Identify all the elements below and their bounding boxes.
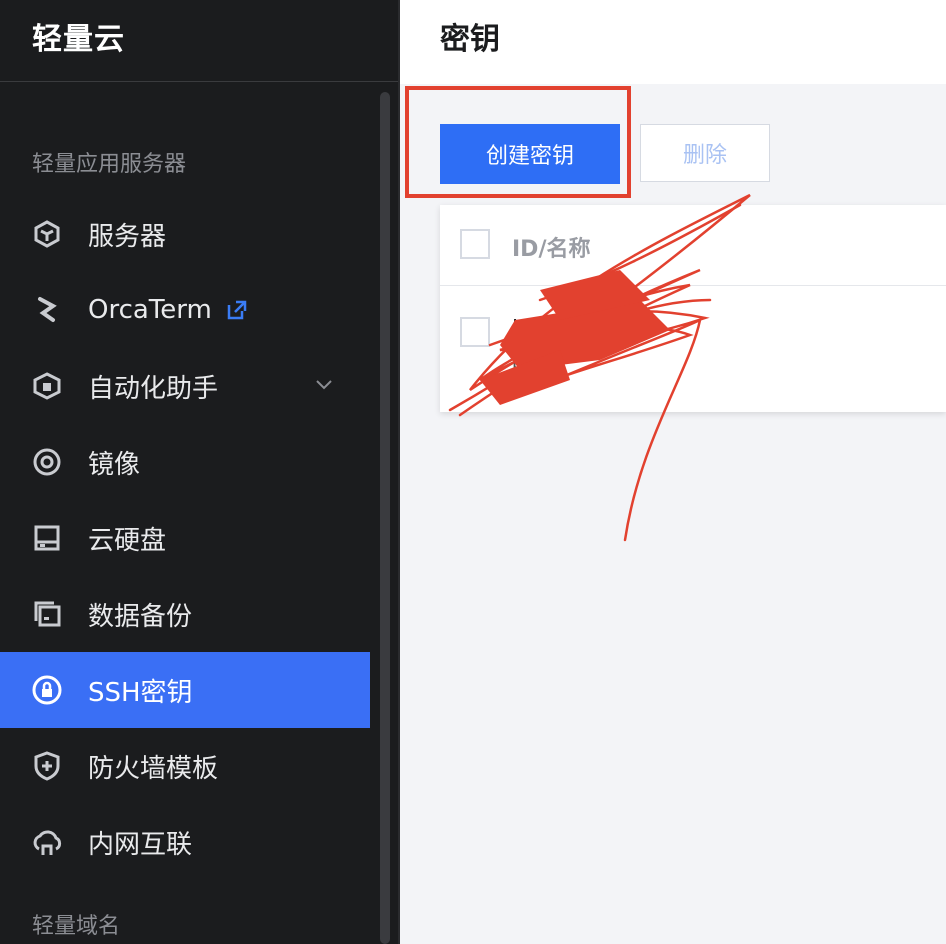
sidebar: 轻量云 轻量应用服务器 服务器 OrcaTerm 自动化助手 镜像 云硬盘 数据… <box>0 0 400 944</box>
cloud-network-icon <box>30 825 64 859</box>
sidebar-item-label: 云硬盘 <box>88 525 167 556</box>
sidebar-item-label: 数据备份 <box>88 601 193 632</box>
sidebar-item-label: 服务器 <box>88 221 167 252</box>
delete-button[interactable]: 删除 <box>640 124 770 182</box>
automation-icon <box>30 369 64 403</box>
section-title-lighthouse: 轻量应用服务器 <box>32 152 187 177</box>
sidebar-item-automation[interactable]: 自动化助手 <box>0 348 370 424</box>
sidebar-item-label: 自动化助手 <box>88 373 219 404</box>
shield-icon <box>30 749 64 783</box>
sidebar-item-label: 内网互联 <box>88 829 193 860</box>
chevron-down-icon[interactable] <box>314 374 334 394</box>
external-link-icon[interactable] <box>226 299 248 321</box>
column-header-id-name: ID/名称 <box>512 237 591 262</box>
key-id-name[interactable]: l dy <box>512 317 635 342</box>
page-title: 密钥 <box>440 22 500 57</box>
key-name-suffix: dy <box>608 317 636 342</box>
disk-icon <box>30 521 64 555</box>
brand-divider <box>0 81 398 82</box>
section-title-domains: 轻量域名 <box>32 914 121 939</box>
row-checkbox[interactable] <box>460 317 490 347</box>
sidebar-item-label: 镜像 <box>88 449 141 480</box>
sidebar-item-disks[interactable]: 云硬盘 <box>0 500 370 576</box>
sidebar-item-backup[interactable]: 数据备份 <box>0 576 370 652</box>
sidebar-item-label: OrcaTerm <box>88 295 212 325</box>
keys-table: ID/名称 l dy p <box>440 205 946 412</box>
create-key-button[interactable]: 创建密钥 <box>440 124 620 184</box>
select-all-checkbox[interactable] <box>460 229 490 259</box>
terminal-icon <box>30 293 64 327</box>
sidebar-item-servers[interactable]: 服务器 <box>0 196 370 272</box>
sidebar-scrollbar[interactable] <box>380 92 390 944</box>
sidebar-item-orcaterm[interactable]: OrcaTerm <box>0 272 370 348</box>
sidebar-item-ssh-keys[interactable]: SSH密钥 <box>0 652 370 728</box>
key-subtext: p <box>512 353 524 374</box>
backup-icon <box>30 597 64 631</box>
key-lock-icon <box>30 673 64 707</box>
image-disc-icon <box>30 445 64 479</box>
sidebar-item-images[interactable]: 镜像 <box>0 424 370 500</box>
sidebar-item-firewall[interactable]: 防火墙模板 <box>0 728 370 804</box>
table-header: ID/名称 <box>440 205 946 286</box>
brand-title: 轻量云 <box>32 22 125 57</box>
sidebar-item-label: SSH密钥 <box>88 677 193 708</box>
page-header: 密钥 <box>400 0 946 84</box>
sidebar-item-label: 防火墙模板 <box>88 753 219 784</box>
sidebar-item-intranet[interactable]: 内网互联 <box>0 804 370 880</box>
key-id-prefix: l <box>512 317 519 342</box>
cube-icon <box>30 217 64 251</box>
